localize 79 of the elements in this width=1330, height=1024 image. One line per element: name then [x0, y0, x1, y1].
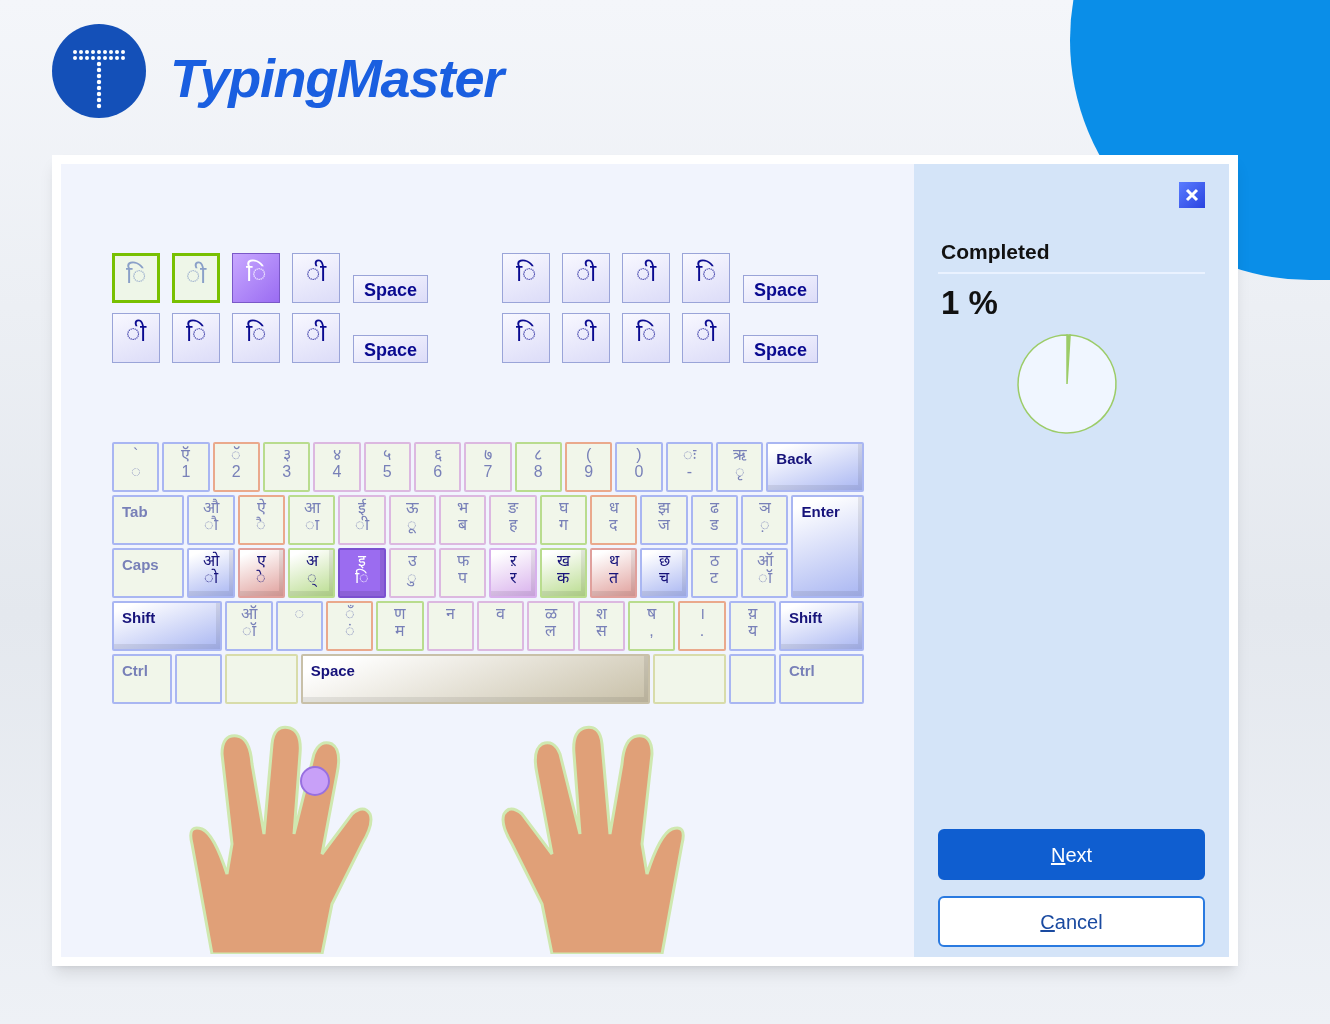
progress-reading: 1 % — [940, 282, 999, 323]
keyboard-key: ऑ ◌ॉ — [225, 601, 273, 651]
drill-key: ◌ि — [502, 313, 550, 363]
modifier-key: Back — [766, 442, 864, 492]
drill-key: ◌ी — [622, 253, 670, 303]
keyboard-key: य़ य — [728, 601, 776, 651]
modifier-key: Tab — [112, 495, 185, 545]
keyboard-key: ` ◌ — [112, 442, 160, 492]
keyboard-key: ◌ॅ 2 — [212, 442, 260, 492]
progress-title: Completed — [938, 236, 1205, 274]
modifier-key: Shift — [112, 601, 223, 651]
keyboard-key: ए ◌े — [237, 548, 286, 598]
space-key: Space — [300, 654, 651, 704]
keyboard-key: ध द — [590, 495, 638, 545]
drill-key: ◌ी — [292, 253, 340, 303]
drill-key: ◌ि — [622, 313, 670, 363]
drill-key: ◌ी — [292, 313, 340, 363]
space-drill-key: Space — [353, 335, 428, 363]
keyboard-key: ऊ ◌ू — [388, 495, 437, 545]
drill-key: ◌ि — [682, 253, 730, 303]
keyboard-key: ऍ 1 — [162, 442, 210, 492]
modifier-key: Caps — [112, 548, 185, 598]
keyboard-key: ई ◌ी — [338, 495, 386, 545]
drill-key: ◌ि — [232, 313, 280, 363]
keyboard-key: ◌ँ ◌ं — [325, 601, 374, 651]
keyboard-key: छ च — [640, 548, 688, 598]
keyboard-key: ढ ड — [690, 495, 739, 545]
drill-key: ◌ी — [172, 253, 220, 303]
keyboard-key: ७ 7 — [464, 442, 512, 492]
keyboard-key: ८ 8 — [514, 442, 562, 492]
keyboard-key: ४ 4 — [313, 442, 361, 492]
keyboard-key: ◌ः - — [665, 442, 713, 492]
keyboard-key: ) 0 — [615, 442, 663, 492]
drill-key: ◌ि — [112, 253, 160, 303]
drill-key: ◌ी — [562, 253, 610, 303]
space-drill-key: Space — [743, 275, 818, 303]
keyboard-key: ऑ ◌ॉ — [741, 548, 789, 598]
keyboard-key: ५ 5 — [363, 442, 411, 492]
drill-key: ◌ि — [172, 313, 220, 363]
drill-key: ◌ी — [682, 313, 730, 363]
keyboard-key: ६ 6 — [414, 442, 462, 492]
modifier-key: Ctrl — [112, 654, 172, 704]
keyboard-key: ण म — [376, 601, 424, 651]
keyboard-key: ३ 3 — [263, 442, 311, 492]
keyboard-key: न — [426, 601, 474, 651]
keyboard-key: ऱ र — [489, 548, 537, 598]
keyboard-key: । . — [678, 601, 726, 651]
keyboard-key: फ प — [439, 548, 487, 598]
keyboard-key: ◌ — [275, 601, 323, 651]
keyboard-key: थ त — [590, 548, 638, 598]
keyboard-key: ओ ◌ो — [187, 548, 235, 598]
keyboard-key: ख क — [539, 548, 588, 598]
drill-key: ◌ि — [502, 253, 550, 303]
modifier-key: Enter — [791, 495, 864, 598]
keyboard-key: ळ ल — [527, 601, 575, 651]
keyboard-key: झ ज — [640, 495, 688, 545]
keyboard-key: व — [476, 601, 525, 651]
keyboard-key: औ ◌ौ — [187, 495, 235, 545]
keyboard-key: भ ब — [439, 495, 487, 545]
keyboard-key: अ ◌् — [288, 548, 336, 598]
space-drill-key: Space — [353, 275, 428, 303]
drill-key: ◌ी — [562, 313, 610, 363]
modifier-key: Shift — [778, 601, 864, 651]
drill-key: ◌ि — [232, 253, 280, 303]
keyboard-key: ऐ ◌ै — [237, 495, 286, 545]
keyboard-key: ( 9 — [565, 442, 613, 492]
keyboard-key: ठ ट — [690, 548, 739, 598]
drill-key: ◌ी — [112, 313, 160, 363]
keyboard-key: घ ग — [539, 495, 588, 545]
keyboard-key: उ ◌ु — [388, 548, 437, 598]
keyboard-key: इ ◌ि — [338, 548, 386, 598]
keyboard-key: आ ◌ा — [288, 495, 336, 545]
keyboard-key: श स — [577, 601, 625, 651]
keyboard-key: ष , — [627, 601, 676, 651]
keyboard-key: ञ ◌़ — [741, 495, 789, 545]
keyboard-key: ङ ह — [489, 495, 537, 545]
modifier-key: Ctrl — [778, 654, 864, 704]
keyboard-key: ऋ ◌ृ — [716, 442, 764, 492]
space-drill-key: Space — [743, 335, 818, 363]
